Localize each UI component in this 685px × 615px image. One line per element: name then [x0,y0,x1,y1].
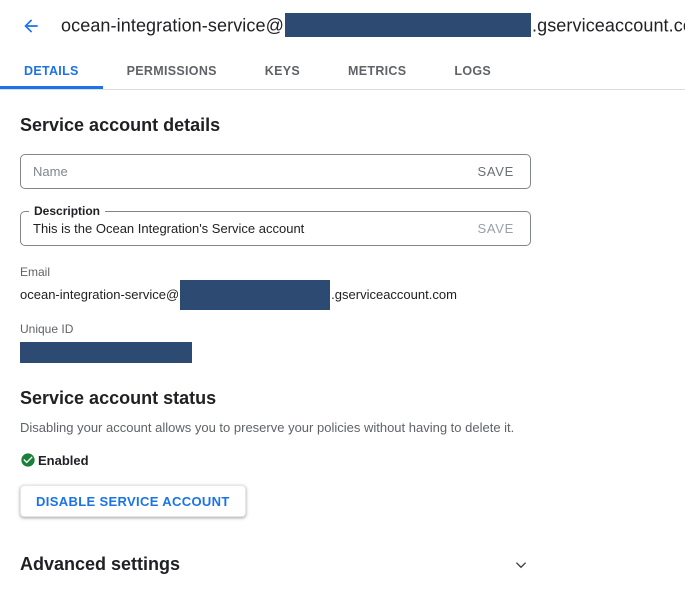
chevron-down-icon [511,555,531,575]
tab-permissions-label: PERMISSIONS [127,64,217,78]
page-title-prefix: ocean-integration-service@ [61,15,284,35]
details-section-heading: Service account details [20,115,531,136]
unique-id-label: Unique ID [20,322,531,336]
description-save-button[interactable]: SAVE [477,221,514,236]
redacted-project-id [285,13,531,37]
disable-service-account-button[interactable]: DISABLE SERVICE ACCOUNT [20,485,246,517]
header: ocean-integration-service@ .gserviceaccou… [0,0,685,52]
status-section-heading: Service account status [20,388,531,409]
name-field: SAVE [20,154,531,189]
check-circle-icon [20,452,36,468]
redacted-unique-id [20,342,192,363]
main-content: Service account details SAVE Description… [20,115,531,575]
name-input[interactable] [33,164,461,179]
tab-permissions[interactable]: PERMISSIONS [103,52,241,89]
status-badge: Enabled [38,453,89,468]
arrow-back-icon [21,16,41,36]
tab-metrics-label: METRICS [348,64,406,78]
tab-logs-label: LOGS [454,64,491,78]
status-description: Disabling your account allows you to pre… [20,420,531,436]
advanced-settings-expander[interactable]: Advanced settings [20,554,531,575]
email-label: Email [20,265,531,279]
tab-keys-label: KEYS [265,64,300,78]
redacted-email-project-id [180,280,330,310]
tab-bar: DETAILS PERMISSIONS KEYS METRICS LOGS [0,52,685,90]
tab-details[interactable]: DETAILS [0,52,103,89]
tab-details-label: DETAILS [24,64,79,78]
advanced-settings-heading: Advanced settings [20,554,180,575]
email-value: ocean-integration-service@ .gserviceacco… [20,279,531,310]
description-field: Description SAVE [20,211,531,246]
name-save-button[interactable]: SAVE [477,164,514,179]
tab-metrics[interactable]: METRICS [324,52,430,89]
back-button[interactable] [17,12,45,40]
tab-keys[interactable]: KEYS [241,52,324,89]
email-value-prefix: ocean-integration-service@ [20,287,179,302]
email-value-suffix: .gserviceaccount.com [331,287,457,302]
status-row: Enabled [20,452,531,468]
page-title-suffix: .gserviceaccount.com [532,15,685,35]
page-title: ocean-integration-service@ .gserviceaccou… [61,13,685,40]
description-field-label: Description [29,204,105,219]
description-input[interactable] [33,221,461,236]
tab-logs[interactable]: LOGS [430,52,515,89]
